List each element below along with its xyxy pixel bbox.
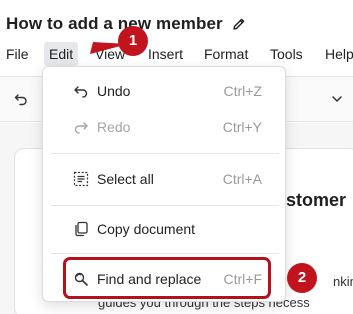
menu-insert[interactable]: Insert (145, 42, 186, 66)
shortcut-label: Ctrl+Z (223, 83, 263, 99)
document-text: nking (333, 274, 353, 289)
toolbar-undo-icon[interactable] (14, 92, 28, 106)
document-heading: stomer (286, 190, 347, 210)
menu-divider (51, 253, 279, 254)
redo-icon (74, 122, 88, 134)
menu-item-undo[interactable]: Undo Ctrl+Z (43, 75, 287, 107)
menu-edit[interactable]: Edit (44, 42, 79, 66)
menu-format[interactable]: Format (201, 42, 251, 66)
chevron-down-icon[interactable] (331, 93, 343, 105)
menu-divider (51, 153, 279, 154)
menu-item-label: Select all (97, 171, 154, 187)
menubar: File Edit View Insert Format Tools Help (0, 42, 353, 66)
menu-help[interactable]: Help (322, 42, 353, 66)
copy-document-icon (75, 221, 88, 237)
shortcut-label: Ctrl+Y (222, 119, 262, 135)
find-replace-highlight (63, 257, 271, 299)
select-all-icon (73, 171, 89, 187)
callout-badge-1: 1 (118, 26, 148, 56)
menu-divider (51, 205, 279, 206)
pencil-icon[interactable] (232, 17, 246, 31)
menu-item-label: Copy document (97, 221, 196, 237)
menu-item-label: Undo (97, 83, 131, 99)
shortcut-label: Ctrl+A (222, 171, 262, 187)
undo-icon (74, 86, 88, 98)
menu-item-label: Redo (97, 119, 131, 135)
menu-item-copy-document[interactable]: Copy document (43, 213, 287, 245)
callout-badge-2: 2 (287, 263, 317, 293)
document-title[interactable]: How to add a new member (6, 14, 223, 34)
menu-item-redo[interactable]: Redo Ctrl+Y (43, 111, 287, 143)
menu-file[interactable]: File (3, 42, 32, 66)
menu-tools[interactable]: Tools (267, 42, 306, 66)
menu-item-select-all[interactable]: Select all Ctrl+A (43, 163, 287, 195)
